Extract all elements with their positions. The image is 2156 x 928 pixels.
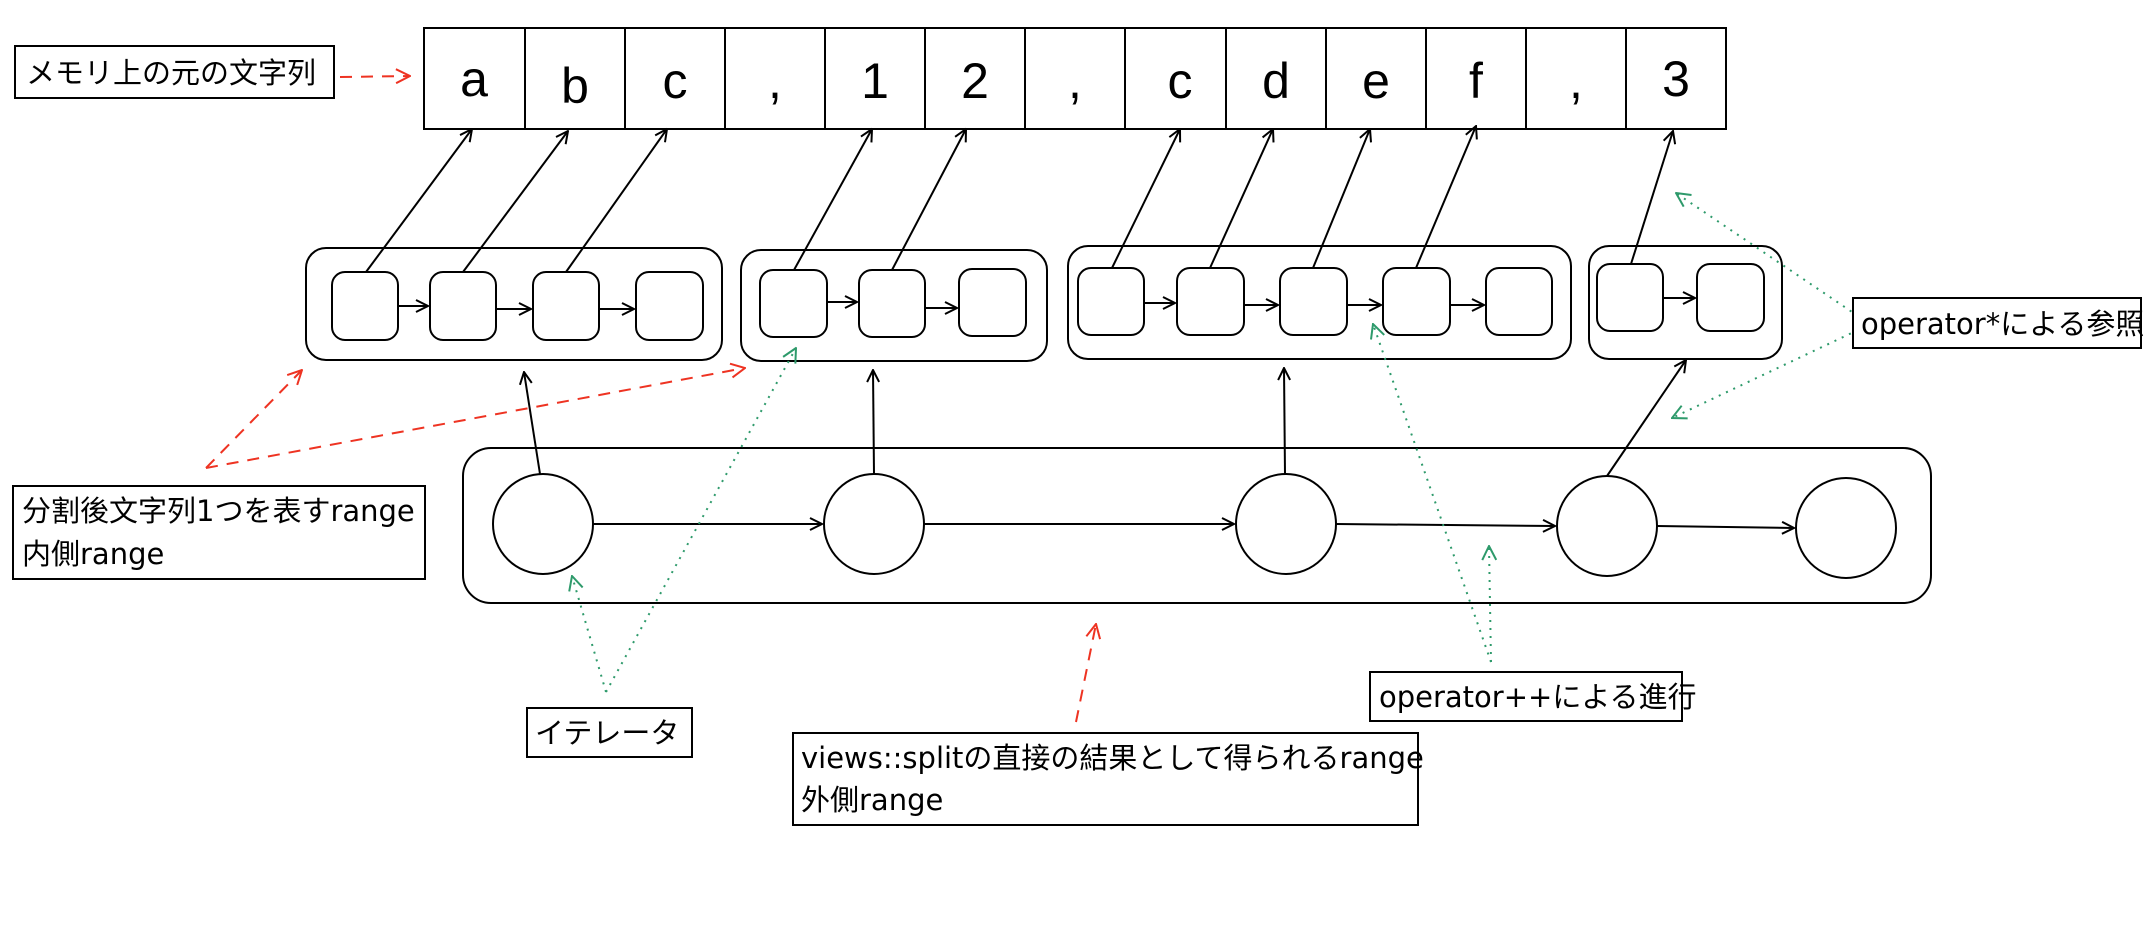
inner-iterator-node	[429, 271, 497, 341]
memory-char: 2	[961, 53, 989, 109]
memory-char: 3	[1662, 51, 1690, 107]
inner-iterator-node	[858, 269, 926, 338]
memory-label-arrow	[339, 76, 410, 77]
memory-char: c	[663, 53, 688, 109]
inner-range-label-line2: 内側range	[22, 537, 164, 571]
outer-iterator-node	[1556, 475, 1658, 577]
inner-iterator-node	[1077, 267, 1145, 336]
deref-arrow	[1630, 131, 1673, 265]
label-inner-range: 分割後文字列1つを表すrange 内側range	[12, 485, 426, 580]
inner-iterator-node	[759, 269, 828, 338]
outer-range-label-arrow	[1075, 624, 1096, 723]
operator-deref-label: operator*による参照	[1861, 307, 2144, 341]
label-operator-deref: operator*による参照	[1852, 297, 2144, 349]
inner-iterator-node	[1382, 267, 1451, 336]
outer-range-container	[462, 447, 1932, 604]
split-range-diagram: a b c , 1 2 , c d e f , 3 メモリ上の元の文字列 分割後…	[12, 27, 2144, 826]
deref-arrow	[891, 129, 966, 271]
annotation-arrows	[205, 76, 1859, 723]
outer-range	[462, 447, 1932, 604]
label-iterator: イテレータ	[526, 707, 693, 758]
outer-deref-arrow	[873, 370, 874, 475]
outer-iterator-node	[492, 473, 594, 575]
inner-iterator-node	[1696, 263, 1765, 332]
memory-char: e	[1362, 53, 1390, 109]
label-operator-increment: operator++による進行	[1369, 671, 1696, 722]
inner-iterator-node	[532, 271, 600, 341]
memory-char: ,	[1569, 53, 1583, 109]
memory-char: f	[1469, 53, 1483, 109]
inner-iterator-node	[958, 268, 1027, 337]
memory-string-label: メモリ上の元の文字列	[26, 56, 316, 90]
inner-iterator-node	[1279, 267, 1348, 336]
memory-char: d	[1262, 53, 1290, 109]
memory-char: ,	[1068, 53, 1082, 109]
inner-iterator-node	[331, 271, 399, 341]
inner-range-label-arrow	[205, 370, 302, 469]
operator-increment-label: operator++による進行	[1379, 680, 1696, 714]
inner-range-3	[1067, 245, 1572, 360]
memory-char: ,	[768, 53, 782, 109]
inner-range-4	[1588, 245, 1783, 360]
inner-iterator-node	[1596, 263, 1664, 332]
label-outer-range: views::splitの直接の結果として得られるrange 外側range	[792, 732, 1424, 826]
memory-char: c	[1168, 53, 1193, 109]
label-memory-string: メモリ上の元の文字列	[14, 45, 335, 99]
deref-arrow	[793, 129, 872, 271]
outer-iterator-node	[1235, 473, 1337, 575]
iterator-label: イテレータ	[535, 716, 679, 750]
memory-char: a	[460, 51, 488, 107]
inner-iterator-node	[1176, 267, 1245, 336]
outer-range-label-line2: 外側range	[801, 783, 943, 817]
outer-iterator-node	[1795, 477, 1897, 579]
outer-iterator-node	[823, 473, 925, 575]
inner-iterator-node	[635, 271, 704, 341]
outer-deref-arrow	[1284, 368, 1285, 475]
memory-char: 1	[861, 53, 889, 109]
memory-char: b	[561, 58, 589, 114]
memory-string: a b c , 1 2 , c d e f , 3	[423, 27, 1727, 130]
inner-iterator-node	[1485, 267, 1553, 336]
inner-range-label-line1: 分割後文字列1つを表すrange	[22, 494, 415, 528]
inner-range-1	[305, 247, 723, 361]
outer-range-label-line1: views::splitの直接の結果として得られるrange	[801, 741, 1424, 775]
